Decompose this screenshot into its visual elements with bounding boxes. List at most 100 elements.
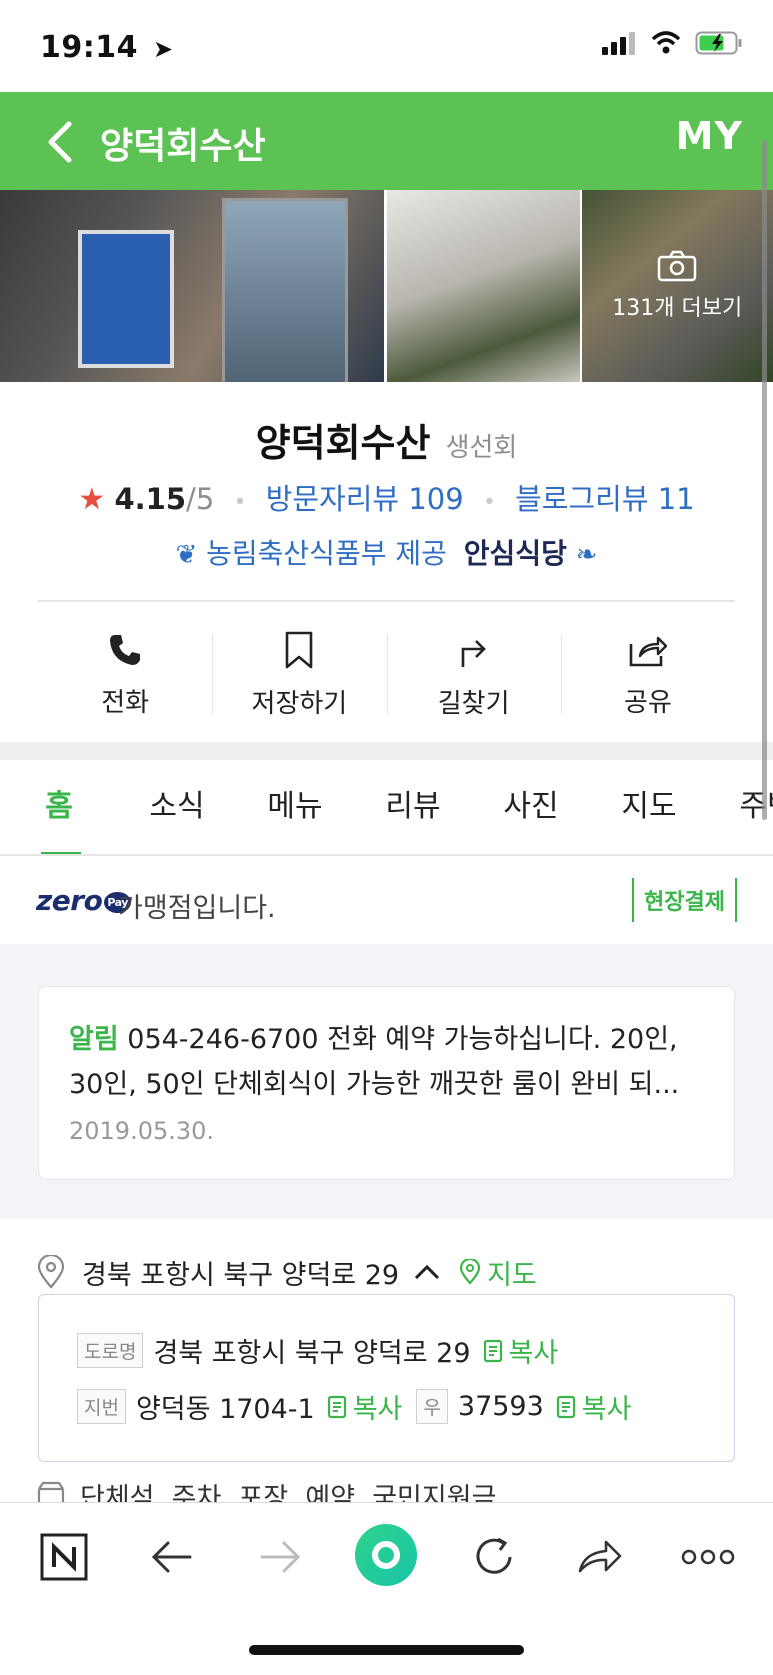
directions-icon <box>457 631 491 669</box>
wifi-icon <box>651 31 681 59</box>
address-row[interactable]: 경북 포항시 북구 양덕로 29 지도 <box>36 1250 756 1294</box>
call-label: 전화 <box>101 682 149 719</box>
zeropay-row: zeroPay 가맹점입니다. 현장결제 <box>0 856 773 944</box>
tab-menu[interactable]: 메뉴 <box>236 760 354 854</box>
divider <box>38 600 735 602</box>
section-gap <box>0 742 773 760</box>
tab-photo[interactable]: 사진 <box>472 760 590 854</box>
tab-map[interactable]: 지도 <box>590 760 708 854</box>
postal-tag: 우 <box>416 1389 447 1424</box>
notice-date: 2019.05.30. <box>69 1117 214 1145</box>
copy-road-address-button[interactable]: 복사 <box>483 1331 559 1370</box>
notice-card[interactable]: 알림 054-246-6700 전화 예약 가능하십니다. 20인, 30인, … <box>38 986 735 1180</box>
share-icon <box>628 632 668 668</box>
app-header: 양덕회수산 MY <box>0 92 773 190</box>
visitor-reviews-link[interactable]: 방문자리뷰 109 <box>266 482 464 516</box>
camera-icon <box>657 250 697 282</box>
my-button[interactable]: MY <box>676 114 743 158</box>
copy-jibun-button[interactable]: 복사 <box>327 1387 403 1426</box>
rating-value: 4.15 <box>114 482 186 516</box>
green-dot-icon <box>354 1523 418 1587</box>
naver-logo-icon <box>40 1533 88 1581</box>
star-icon: ★ <box>78 482 105 517</box>
arrow-left-icon <box>150 1539 194 1575</box>
share-arrow-icon <box>576 1537 624 1577</box>
location-pin-icon <box>36 1255 66 1289</box>
chevron-left-icon <box>45 120 75 164</box>
jibun-tag: 지번 <box>77 1389 126 1424</box>
rating-max: /5 <box>186 482 214 516</box>
arrow-right-icon <box>258 1539 302 1575</box>
zeropay-text: 가맹점입니다. <box>118 886 276 925</box>
food-photo[interactable] <box>387 190 580 382</box>
notice-label: 알림 <box>69 1024 119 1055</box>
share-label: 공유 <box>624 682 672 719</box>
copy-icon <box>327 1395 347 1419</box>
place-category: 생선회 <box>446 433 518 463</box>
back-nav-button[interactable] <box>142 1527 202 1587</box>
jibun-address-line: 지번 양덕동 1704-1 복사 우 37593 복사 <box>77 1387 631 1426</box>
address-detail-box: 도로명 경북 포항시 북구 양덕로 29 복사 지번 양덕동 1704-1 복사… <box>38 1294 735 1462</box>
tab-review[interactable]: 리뷰 <box>354 760 472 854</box>
storefront-photo[interactable] <box>0 190 384 382</box>
action-bar: 전화 저장하기 길찾기 공유 <box>38 620 735 730</box>
chevron-up-icon[interactable] <box>413 1263 441 1281</box>
call-button[interactable]: 전화 <box>38 620 212 730</box>
map-link-label: 지도 <box>487 1253 537 1292</box>
save-button[interactable]: 저장하기 <box>212 620 386 730</box>
status-indicators <box>601 30 743 60</box>
more-photos-label: 131개 더보기 <box>612 290 742 322</box>
road-address-line: 도로명 경북 포항시 북구 양덕로 29 복사 <box>77 1331 558 1370</box>
green-dot-button[interactable] <box>354 1523 418 1587</box>
share-button[interactable]: 공유 <box>561 620 735 730</box>
forward-nav-button[interactable] <box>250 1527 310 1587</box>
tab-news[interactable]: 소식 <box>118 760 236 854</box>
refresh-icon <box>472 1535 516 1579</box>
copy-postal-button[interactable]: 복사 <box>556 1387 632 1426</box>
save-label: 저장하기 <box>252 683 348 720</box>
header-title: 양덕회수산 <box>100 117 266 169</box>
road-address-tag: 도로명 <box>77 1333 143 1368</box>
scrollbar[interactable] <box>762 140 767 820</box>
copy-icon <box>483 1339 503 1363</box>
share-nav-button[interactable] <box>570 1527 630 1587</box>
blog-reviews-link[interactable]: 블로그리뷰 11 <box>515 482 695 516</box>
status-time: 19:14 <box>40 30 138 65</box>
cellular-signal-icon <box>601 31 637 59</box>
back-button[interactable] <box>30 112 90 172</box>
naver-home-button[interactable] <box>34 1527 94 1587</box>
store-door <box>222 198 348 382</box>
separator-dot: • <box>483 490 496 515</box>
badge-provider: 농림축산식품부 제공 <box>206 537 447 570</box>
tab-bar: 홈 소식 메뉴 리뷰 사진 지도 주변 <box>0 760 773 856</box>
copy-icon <box>556 1395 576 1419</box>
status-bar: 19:14 ➤ <box>0 0 773 92</box>
safe-restaurant-badge[interactable]: ❦ 농림축산식품부 제공 안심식당 ❧ <box>0 532 773 572</box>
postal-code: 37593 <box>458 1391 544 1422</box>
notice-text: 054-246-6700 전화 예약 가능하십니다. 20인, 30인, 50인… <box>69 1024 679 1100</box>
bookmark-icon <box>284 631 314 669</box>
refresh-button[interactable] <box>464 1527 524 1587</box>
directions-button[interactable]: 길찾기 <box>387 620 561 730</box>
map-pin-icon <box>459 1259 481 1285</box>
onsite-payment-badge: 현장결제 <box>632 878 737 922</box>
rating-row: ★ 4.15/5 • 방문자리뷰 109 • 블로그리뷰 11 <box>0 476 773 518</box>
zeropay-logo: zeroPay <box>36 884 131 917</box>
badge-name: 안심식당 <box>464 537 567 570</box>
road-address: 경북 포항시 북구 양덕로 29 <box>153 1331 470 1370</box>
store-sign <box>78 230 174 368</box>
more-photos-tile[interactable]: 131개 더보기 <box>582 190 773 382</box>
photo-gallery: 131개 더보기 <box>0 190 773 382</box>
map-link[interactable]: 지도 <box>459 1253 537 1292</box>
more-menu-button[interactable] <box>678 1527 738 1587</box>
jibun-address: 양덕동 1704-1 <box>136 1387 315 1426</box>
separator-dot: • <box>234 490 247 515</box>
place-title: 양덕회수산 생선회 <box>0 412 773 467</box>
home-indicator <box>249 1645 524 1655</box>
address-summary: 경북 포항시 북구 양덕로 29 <box>82 1253 399 1292</box>
laurel-right-icon: ❧ <box>576 540 598 570</box>
battery-icon <box>695 30 743 60</box>
location-arrow-icon: ➤ <box>153 35 174 63</box>
laurel-left-icon: ❦ <box>175 540 197 570</box>
tab-home[interactable]: 홈 <box>0 760 118 854</box>
